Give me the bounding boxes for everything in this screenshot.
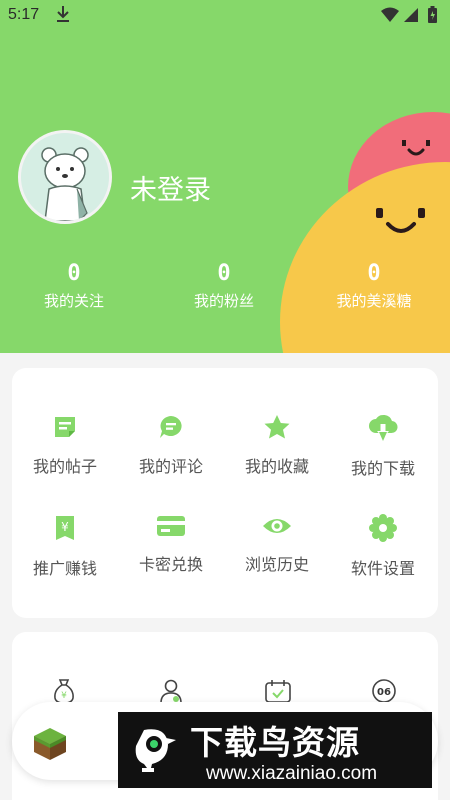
wifi-icon [381, 7, 399, 22]
stat-count: 0 [367, 261, 381, 286]
menu-item-comments[interactable]: 我的评论 [118, 414, 224, 477]
stat-label: 我的美溪糖 [336, 292, 412, 310]
badge-text: 06 [377, 687, 391, 698]
stat-candy[interactable]: 0 我的美溪糖 [309, 262, 439, 311]
menu-label: 我的评论 [138, 457, 203, 476]
svg-text:¥: ¥ [61, 520, 69, 534]
menu-label: 软件设置 [350, 559, 415, 578]
menu-label: 我的帖子 [32, 457, 97, 476]
grass-block-icon[interactable] [32, 726, 68, 766]
menu-label: 我的下载 [350, 459, 415, 478]
menu-item-downloads[interactable]: 我的下载 [330, 414, 436, 479]
watermark-url: www.xiazainiao.com [206, 763, 378, 784]
stat-count: 0 [67, 261, 81, 286]
menu-item-history[interactable]: 浏览历史 [224, 514, 330, 575]
menu-item-favorites[interactable]: 我的收藏 [224, 414, 330, 477]
download-icon [55, 4, 71, 28]
bear-avatar-icon [21, 133, 109, 221]
battery-icon [428, 6, 437, 23]
login-prompt[interactable]: 未登录 [130, 168, 211, 207]
bird-logo-icon [130, 724, 178, 776]
status-icons [380, 6, 442, 28]
menu-item-redeem[interactable]: 卡密兑换 [118, 514, 224, 575]
watermark-banner: 下载鸟资源 www.xiazainiao.com [118, 712, 432, 788]
menu-label: 我的收藏 [244, 457, 309, 476]
stat-following[interactable]: 0 我的关注 [9, 262, 139, 311]
stat-label: 我的粉丝 [193, 292, 254, 310]
star-icon [224, 414, 330, 444]
signal-icon [404, 8, 418, 22]
comment-icon [118, 414, 224, 444]
svg-text:¥: ¥ [61, 691, 67, 701]
menu-label: 推广赚钱 [32, 559, 97, 578]
yellow-mascot-blob [280, 162, 450, 353]
card-icon [118, 514, 224, 542]
download-cloud-icon [330, 414, 436, 446]
stat-fans[interactable]: 0 我的粉丝 [159, 262, 289, 311]
status-bar: 5:17 [0, 0, 450, 30]
menu-card: 我的帖子 我的评论 我的收藏 我的下载 ¥ 推广赚钱 卡密兑换 浏览历史 软件设… [12, 368, 438, 618]
menu-item-settings[interactable]: 软件设置 [330, 514, 436, 579]
post-icon [12, 414, 118, 444]
stat-label: 我的关注 [43, 292, 104, 310]
watermark-title: 下载鸟资源 [190, 723, 360, 762]
menu-item-promote[interactable]: ¥ 推广赚钱 [12, 514, 118, 579]
stat-count: 0 [217, 261, 231, 286]
menu-item-posts[interactable]: 我的帖子 [12, 414, 118, 477]
menu-label: 卡密兑换 [138, 555, 203, 574]
yellow-mascot-face [376, 208, 425, 233]
money-icon: ¥ [12, 514, 118, 546]
profile-header: 5:17 未登录 0 我的关注 0 我的粉丝 0 我的美溪糖 [0, 0, 450, 353]
eye-icon [224, 514, 330, 542]
menu-label: 浏览历史 [244, 555, 309, 574]
status-time: 5:17 [8, 6, 40, 23]
gear-icon [330, 514, 436, 546]
avatar[interactable] [18, 130, 112, 224]
pink-mascot-face [402, 140, 430, 156]
